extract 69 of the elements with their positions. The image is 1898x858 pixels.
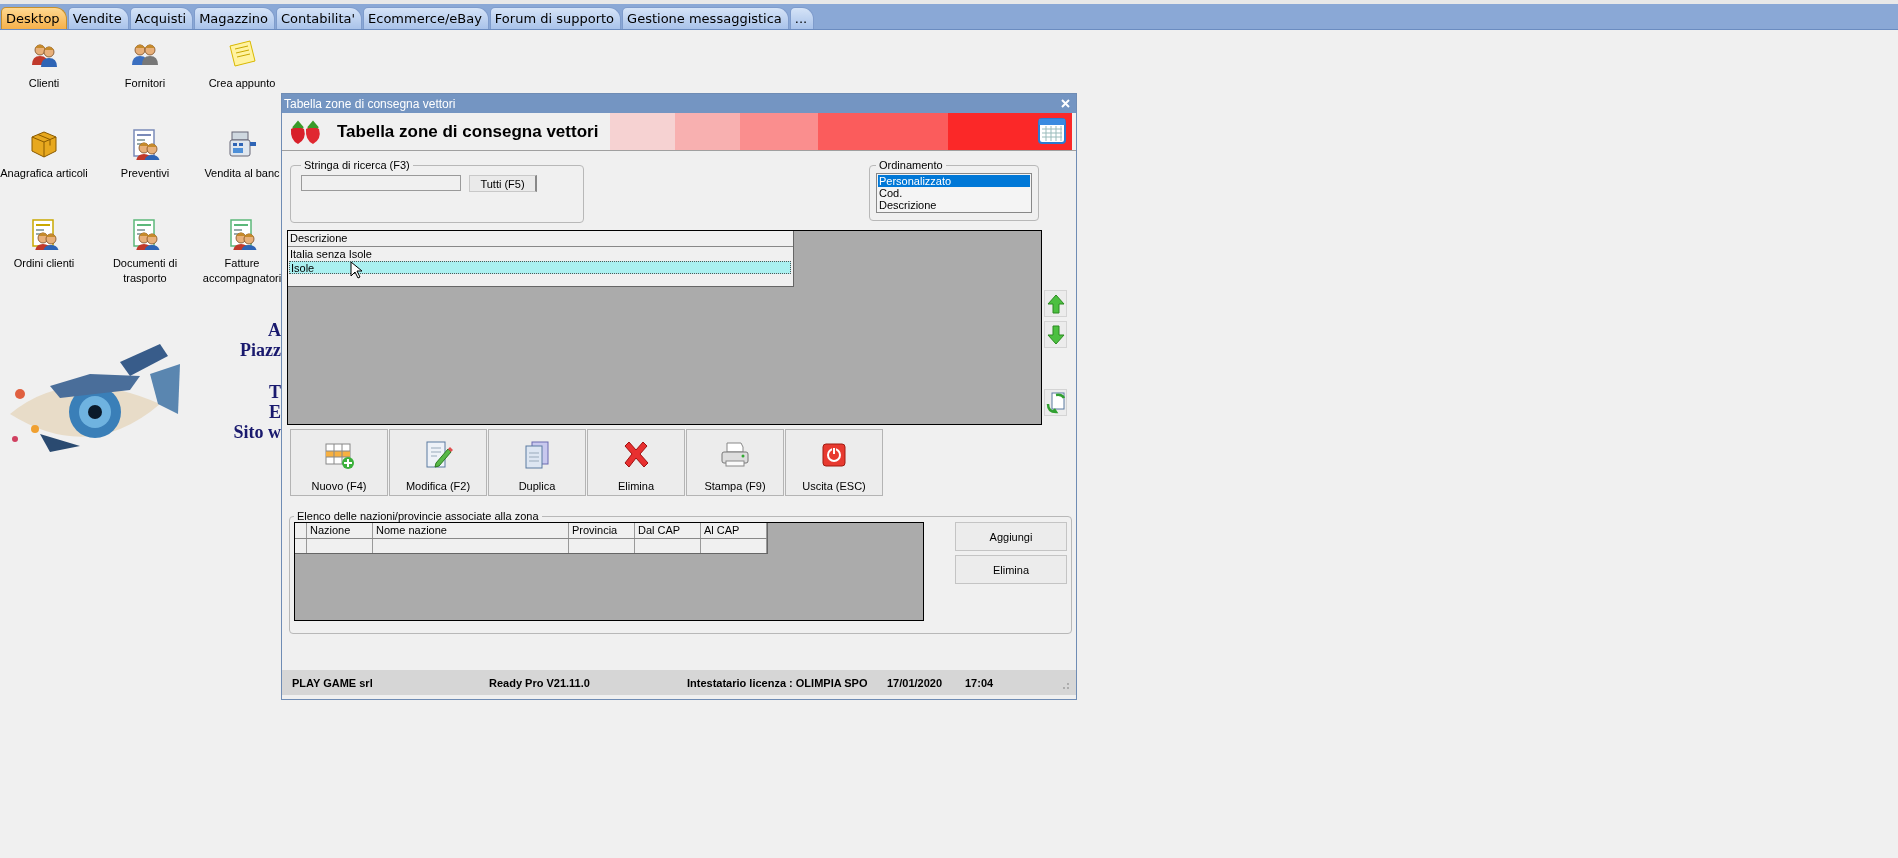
column-header: Dal CAP xyxy=(635,523,701,538)
banner-text: T xyxy=(269,382,281,402)
tab[interactable]: Ecommerce/eBay xyxy=(363,7,489,29)
icon-label[interactable]: Crea appunto xyxy=(208,76,276,91)
banner-text: A xyxy=(268,320,281,340)
cursor-icon xyxy=(350,261,362,279)
icon-label[interactable]: Preventivi xyxy=(120,166,170,181)
list-item[interactable]: Descrizione xyxy=(878,199,1030,211)
table-cell-text: Italia senza Isole xyxy=(289,247,372,261)
column-header: Provincia xyxy=(569,523,635,538)
toolbar-button[interactable]: Uscita (ESC) xyxy=(785,429,883,496)
resize-grip-icon xyxy=(1062,682,1070,690)
tab[interactable]: Desktop xyxy=(1,7,67,29)
arrow-down-icon xyxy=(1046,324,1065,345)
banner-text: Piazz xyxy=(240,340,281,360)
table-row[interactable]: Italia senza Isole xyxy=(288,247,793,261)
tab[interactable]: Gestione messaggistica xyxy=(622,7,789,29)
group-label: Stringa di ricerca (F3) xyxy=(303,159,411,171)
action-button[interactable]: Aggiungi xyxy=(955,522,1067,551)
calendar-icon xyxy=(1038,118,1066,144)
toolbar-button[interactable]: Stampa (F9) xyxy=(686,429,784,496)
icon-label[interactable]: Fornitori xyxy=(124,76,166,91)
icon-label[interactable]: Ordini clienti xyxy=(13,256,75,271)
arrow-up-icon xyxy=(1046,293,1065,314)
group-label: Elenco delle nazioni/provincie associate alla zona xyxy=(296,510,540,522)
status-text: Ready Pro V21.11.0 xyxy=(489,676,591,689)
tab[interactable]: ... xyxy=(789,7,815,29)
icon-label[interactable]: Anagrafica articoli xyxy=(0,166,88,181)
tab[interactable]: Vendite xyxy=(67,7,129,29)
status-text: 17/01/2020 xyxy=(887,676,944,689)
box-icon xyxy=(28,128,60,160)
move-up-button[interactable] xyxy=(1044,290,1067,317)
icon-label[interactable]: Vendita al banc xyxy=(204,166,280,181)
toolbar-button[interactable]: Duplica xyxy=(488,429,586,496)
search-field[interactable] xyxy=(301,175,461,191)
tab[interactable]: Acquisti xyxy=(129,7,194,29)
all-button[interactable]: Tutti (F5) xyxy=(469,175,537,192)
toolbar-button[interactable]: Modifica (F2) xyxy=(389,429,487,496)
tab[interactable]: Contabilita' xyxy=(276,7,363,29)
icon-label[interactable]: Clienti xyxy=(28,76,60,91)
toolbar-button[interactable]: Elimina xyxy=(587,429,685,496)
column-header: Descrizione xyxy=(289,231,349,245)
group-label: Ordinamento xyxy=(878,159,944,171)
action-button[interactable]: Elimina xyxy=(955,555,1067,584)
document-arrows-icon xyxy=(1045,391,1066,414)
tab[interactable]: Magazzino xyxy=(194,7,275,29)
status-text: PLAY GAME srl xyxy=(292,676,374,689)
table-cell-text: Isole xyxy=(290,261,315,274)
note-icon xyxy=(226,38,258,70)
table-row[interactable]: Isole xyxy=(289,261,791,274)
banner-text: Sito w xyxy=(233,422,281,442)
tab[interactable]: Forum di supporto xyxy=(489,7,622,29)
close-icon xyxy=(1061,99,1070,108)
status-text: 17:04 xyxy=(965,676,994,689)
list-item[interactable]: Cod. xyxy=(878,187,1030,199)
toolbar-button[interactable]: Nuovo (F4) xyxy=(290,429,388,496)
icon-label[interactable]: Fatture accompagnatori xyxy=(202,256,282,286)
banner-text: E xyxy=(269,402,281,422)
list-item[interactable]: Personalizzato xyxy=(878,175,1030,187)
icon-label[interactable]: Documenti di trasporto xyxy=(105,256,185,286)
column-header: Nome nazione xyxy=(373,523,569,538)
status-text: Intestatario licenza : OLIMPIA SPO xyxy=(687,676,869,689)
window-title: Tabella zone di consegna vettori xyxy=(284,96,456,111)
header-title: Tabella zone di consegna vettori xyxy=(337,121,600,142)
refresh-button[interactable] xyxy=(1044,389,1067,416)
cash-register-icon xyxy=(226,128,258,160)
column-header: Nazione xyxy=(307,523,373,538)
column-header: Al CAP xyxy=(701,523,767,538)
move-down-button[interactable] xyxy=(1044,321,1067,348)
